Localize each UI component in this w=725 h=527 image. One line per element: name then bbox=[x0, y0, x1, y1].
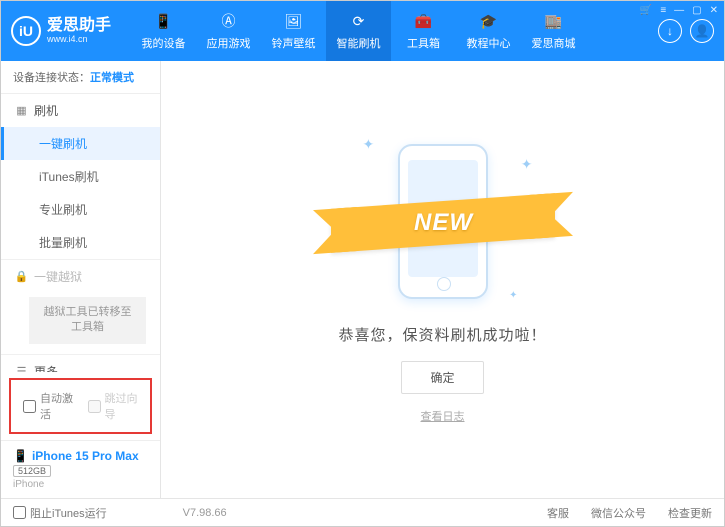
nav-icon: 🏬 bbox=[544, 11, 564, 31]
nav-icon: 🎓 bbox=[479, 11, 499, 31]
nav-item-2[interactable]: 🖼 铃声壁纸 bbox=[261, 1, 326, 61]
sidebar-group-flash: ▦ 刷机 一键刷机iTunes刷机专业刷机批量刷机 bbox=[1, 94, 160, 260]
device-name: iPhone 15 Pro Max bbox=[32, 449, 139, 463]
connection-status: 设备连接状态：正常模式 bbox=[1, 61, 160, 94]
nav-icon: Ⓐ bbox=[219, 11, 239, 31]
nav-label: 应用游戏 bbox=[207, 35, 251, 51]
nav-icon: 📱 bbox=[154, 11, 174, 31]
nav-label: 智能刷机 bbox=[337, 35, 381, 51]
phone-icon: 📱 bbox=[13, 449, 28, 463]
nav-icon: ⟳ bbox=[349, 11, 369, 31]
nav-item-0[interactable]: 📱 我的设备 bbox=[131, 1, 196, 61]
brand-name: 爱思助手 bbox=[47, 17, 111, 35]
sidebar-scroll: ▦ 刷机 一键刷机iTunes刷机专业刷机批量刷机 🔒 一键越狱 越狱工具已转移… bbox=[1, 94, 160, 372]
nav-item-3[interactable]: ⟳ 智能刷机 bbox=[326, 1, 391, 61]
body: 设备连接状态：正常模式 ▦ 刷机 一键刷机iTunes刷机专业刷机批量刷机 🔒 … bbox=[1, 61, 724, 498]
jailbreak-note: 越狱工具已转移至 工具箱 bbox=[29, 297, 146, 344]
footer: 阻止iTunes运行 V7.98.66 客服 微信公众号 检查更新 bbox=[1, 498, 724, 526]
nav-label: 教程中心 bbox=[467, 35, 511, 51]
sidebar-group-more: ☰ 更多 其他工具下载固件高级功能 bbox=[1, 355, 160, 372]
sidebar-head-more[interactable]: ☰ 更多 bbox=[1, 355, 160, 372]
lock-icon: 🔒 bbox=[15, 270, 28, 283]
sidebar-head-jailbreak[interactable]: 🔒 一键越狱 bbox=[1, 260, 160, 293]
sidebar-head-jailbreak-label: 一键越狱 bbox=[34, 268, 82, 285]
nav-label: 工具箱 bbox=[407, 35, 440, 51]
view-log-link[interactable]: 查看日志 bbox=[421, 408, 465, 424]
top-nav: 📱 我的设备 Ⓐ 应用游戏 🖼 铃声壁纸 ⟳ 智能刷机 🧰 工具箱 🎓 教程中心 🏬 爱思商城 bbox=[131, 1, 648, 61]
device-info[interactable]: 📱 iPhone 15 Pro Max 512GB iPhone bbox=[1, 440, 160, 498]
connection-value: 正常模式 bbox=[90, 72, 134, 84]
nav-icon: 🖼 bbox=[284, 11, 304, 31]
header-actions: ↓ 👤 bbox=[658, 19, 714, 43]
maximize-icon[interactable]: ▢ bbox=[692, 5, 701, 16]
footer-link-1[interactable]: 微信公众号 bbox=[591, 505, 646, 521]
more-icon: ☰ bbox=[15, 365, 28, 372]
brand-url: www.i4.cn bbox=[47, 35, 111, 45]
skip-guide-checkbox[interactable]: 跳过向导 bbox=[88, 390, 139, 422]
nav-label: 爱思商城 bbox=[532, 35, 576, 51]
nav-label: 我的设备 bbox=[142, 35, 186, 51]
footer-links: 客服 微信公众号 检查更新 bbox=[547, 505, 712, 521]
sidebar-item-flash-3[interactable]: 批量刷机 bbox=[1, 226, 160, 259]
nav-icon: 🧰 bbox=[414, 11, 434, 31]
nav-item-4[interactable]: 🧰 工具箱 bbox=[391, 1, 456, 61]
user-icon[interactable]: 👤 bbox=[690, 19, 714, 43]
sidebar-head-more-label: 更多 bbox=[34, 363, 58, 372]
footer-link-2[interactable]: 检查更新 bbox=[668, 505, 712, 521]
brand: iU 爱思助手 www.i4.cn bbox=[11, 16, 131, 46]
version-label: V7.98.66 bbox=[183, 507, 227, 519]
nav-label: 铃声壁纸 bbox=[272, 35, 316, 51]
menu-icon[interactable]: ≡ bbox=[660, 5, 666, 16]
nav-item-1[interactable]: Ⓐ 应用游戏 bbox=[196, 1, 261, 61]
sidebar-head-flash-label: 刷机 bbox=[34, 102, 58, 119]
minimize-icon[interactable]: — bbox=[674, 5, 684, 16]
app-window: 🛒 ≡ — ▢ ✕ iU 爱思助手 www.i4.cn 📱 我的设备 Ⓐ 应用游戏 🖼 铃… bbox=[0, 0, 725, 527]
close-icon[interactable]: ✕ bbox=[710, 5, 718, 16]
sidebar-item-flash-0[interactable]: 一键刷机 bbox=[1, 127, 160, 160]
flash-icon: ▦ bbox=[15, 104, 28, 117]
sidebar-group-jailbreak: 🔒 一键越狱 越狱工具已转移至 工具箱 bbox=[1, 260, 160, 355]
nav-item-5[interactable]: 🎓 教程中心 bbox=[456, 1, 521, 61]
sidebar: 设备连接状态：正常模式 ▦ 刷机 一键刷机iTunes刷机专业刷机批量刷机 🔒 … bbox=[1, 61, 161, 498]
new-ribbon: NEW bbox=[331, 193, 555, 253]
sidebar-item-flash-1[interactable]: iTunes刷机 bbox=[1, 160, 160, 193]
device-storage: 512GB bbox=[13, 465, 51, 477]
header: 🛒 ≡ — ▢ ✕ iU 爱思助手 www.i4.cn 📱 我的设备 Ⓐ 应用游戏 🖼 铃… bbox=[1, 1, 724, 61]
footer-link-0[interactable]: 客服 bbox=[547, 505, 569, 521]
nav-item-6[interactable]: 🏬 爱思商城 bbox=[521, 1, 586, 61]
connection-label: 设备连接状态： bbox=[13, 72, 90, 84]
sidebar-item-flash-2[interactable]: 专业刷机 bbox=[1, 193, 160, 226]
logo-icon: iU bbox=[11, 16, 41, 46]
window-controls: 🛒 ≡ — ▢ ✕ bbox=[640, 5, 718, 16]
sidebar-head-flash[interactable]: ▦ 刷机 bbox=[1, 94, 160, 127]
success-message: 恭喜您，保资料刷机成功啦！ bbox=[338, 324, 546, 345]
checkbox-row: 自动激活 跳过向导 bbox=[9, 378, 152, 434]
block-itunes-checkbox[interactable]: 阻止iTunes运行 bbox=[13, 505, 107, 521]
download-icon[interactable]: ↓ bbox=[658, 19, 682, 43]
success-illustration: ✦ ✦ ✦ NEW bbox=[343, 136, 543, 306]
auto-activate-checkbox[interactable]: 自动激活 bbox=[23, 390, 74, 422]
device-type: iPhone bbox=[13, 479, 148, 490]
cart-icon[interactable]: 🛒 bbox=[640, 5, 652, 16]
ok-button[interactable]: 确定 bbox=[401, 361, 483, 394]
main-content: ✦ ✦ ✦ NEW 恭喜您，保资料刷机成功啦！ 确定 查看日志 bbox=[161, 61, 724, 498]
